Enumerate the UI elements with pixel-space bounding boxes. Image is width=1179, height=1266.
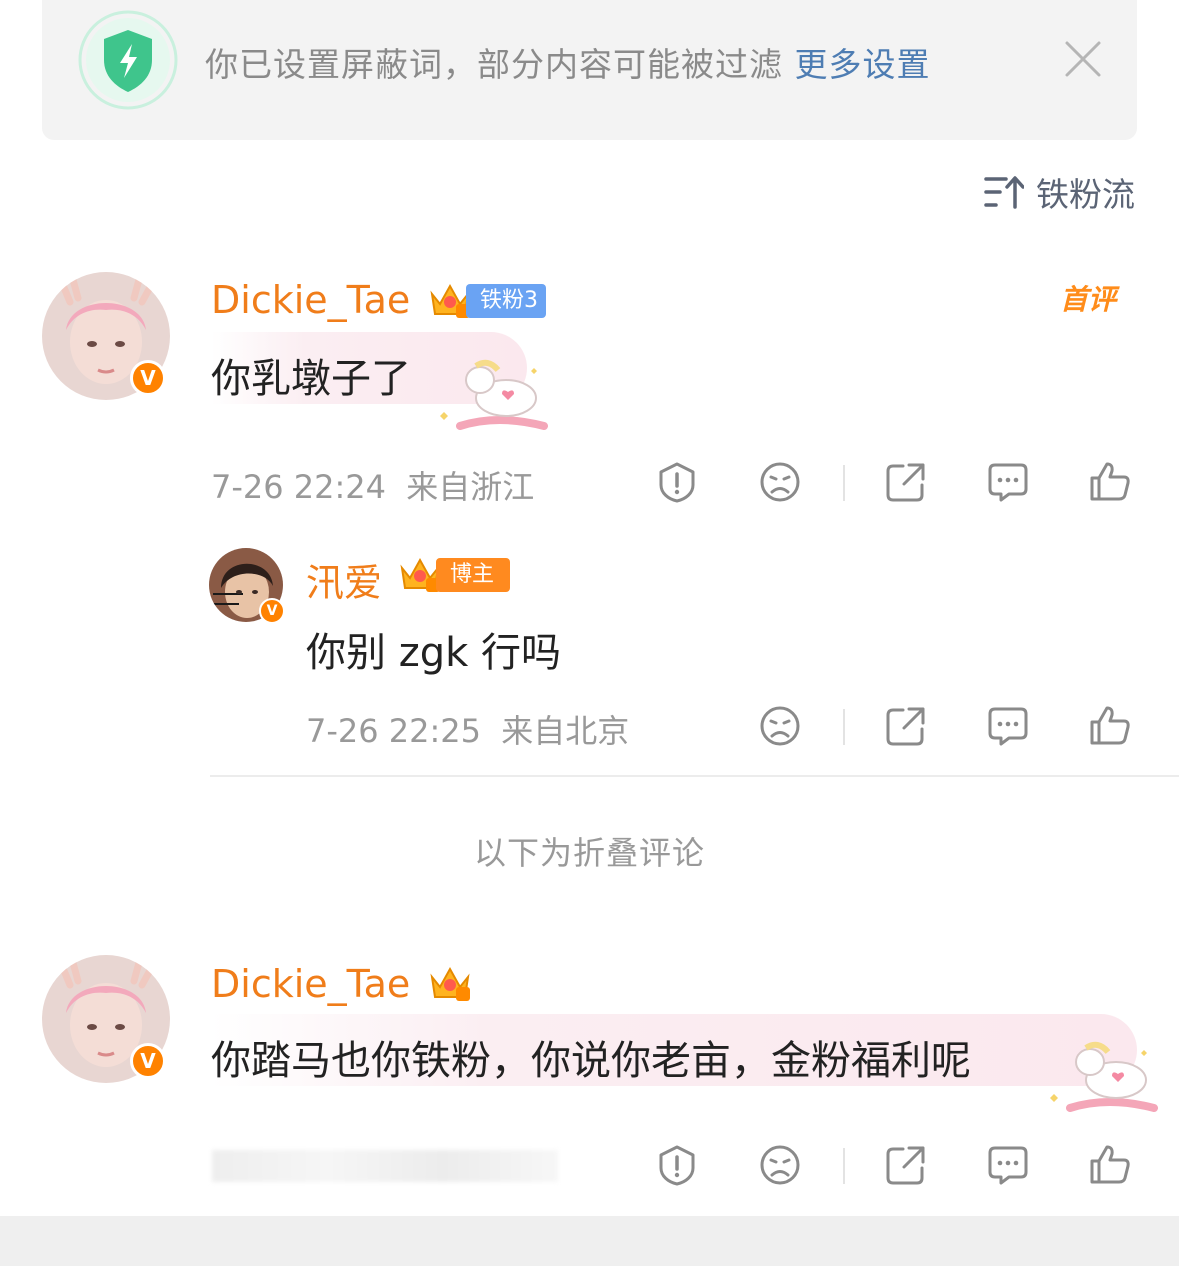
divider	[210, 775, 1179, 777]
action-divider	[843, 1148, 845, 1184]
more-settings-link[interactable]: 更多设置	[795, 45, 931, 84]
verified-icon: V	[259, 598, 285, 624]
shield-icon	[78, 10, 178, 110]
comment-username[interactable]: Dickie_Tae	[211, 962, 410, 1006]
folded-comments-label: 以下为折叠评论	[473, 834, 705, 872]
dislike-face-icon[interactable]	[759, 461, 801, 503]
action-divider	[843, 465, 845, 501]
rocking-horse-icon	[440, 359, 548, 430]
rocking-horse-icon	[1050, 1041, 1158, 1112]
like-icon[interactable]	[1089, 704, 1131, 746]
reply-time: 7-26 22:25	[306, 712, 482, 750]
sort-label: 铁粉流	[1036, 175, 1135, 214]
close-icon[interactable]	[1064, 40, 1102, 78]
filter-notice-banner: 你已设置屏蔽词，部分内容可能被过滤 更多设置	[42, 0, 1137, 140]
verified-icon: V	[130, 360, 166, 396]
reply-location: 来自北京	[501, 712, 630, 750]
host-tag: 博主	[436, 558, 510, 592]
comment-text: 你乳墩子了	[211, 356, 411, 402]
like-icon[interactable]	[1089, 460, 1131, 502]
dislike-face-icon[interactable]	[759, 705, 801, 747]
report-icon[interactable]	[656, 1144, 698, 1186]
comment-location: 来自浙江	[406, 468, 535, 506]
reply-meta: 7-26 22:25 来自北京	[306, 706, 629, 752]
sort-icon	[984, 176, 1024, 209]
comment-icon[interactable]	[987, 1144, 1029, 1186]
share-icon[interactable]	[885, 461, 927, 503]
sort-selector[interactable]: 铁粉流	[984, 170, 1135, 214]
comment-icon[interactable]	[987, 461, 1029, 503]
filter-notice-message: 你已设置屏蔽词，部分内容可能被过滤	[205, 45, 783, 84]
share-icon[interactable]	[885, 705, 927, 747]
reply-text: 你别 zgk 行吗	[306, 630, 561, 676]
crown-icon	[430, 966, 470, 1001]
avatar[interactable]: V	[42, 272, 170, 400]
like-icon[interactable]	[1089, 1143, 1131, 1185]
share-icon[interactable]	[885, 1144, 927, 1186]
bottom-bar	[0, 1216, 1179, 1266]
reply-username[interactable]: 汛爱	[306, 552, 382, 607]
comment-meta-blurred	[212, 1150, 558, 1182]
comment-icon[interactable]	[987, 705, 1029, 747]
verified-icon: V	[130, 1043, 166, 1079]
report-icon[interactable]	[656, 461, 698, 503]
comment-meta: 7-26 22:24 来自浙江	[211, 462, 534, 508]
avatar[interactable]: V	[42, 955, 170, 1083]
reply-avatar[interactable]: V	[209, 548, 285, 624]
fan-level-tag: 铁粉3	[466, 284, 546, 318]
comment-time: 7-26 22:24	[211, 468, 387, 506]
dislike-face-icon[interactable]	[759, 1144, 801, 1186]
comment-text: 你踏马也你铁粉，你说你老亩，金粉福利呢	[211, 1038, 971, 1084]
first-comment-badge: 首评	[1060, 283, 1117, 316]
comment-username[interactable]: Dickie_Tae	[211, 278, 410, 322]
filter-notice-text: 你已设置屏蔽词，部分内容可能被过滤 更多设置	[205, 38, 931, 86]
action-divider	[843, 709, 845, 745]
